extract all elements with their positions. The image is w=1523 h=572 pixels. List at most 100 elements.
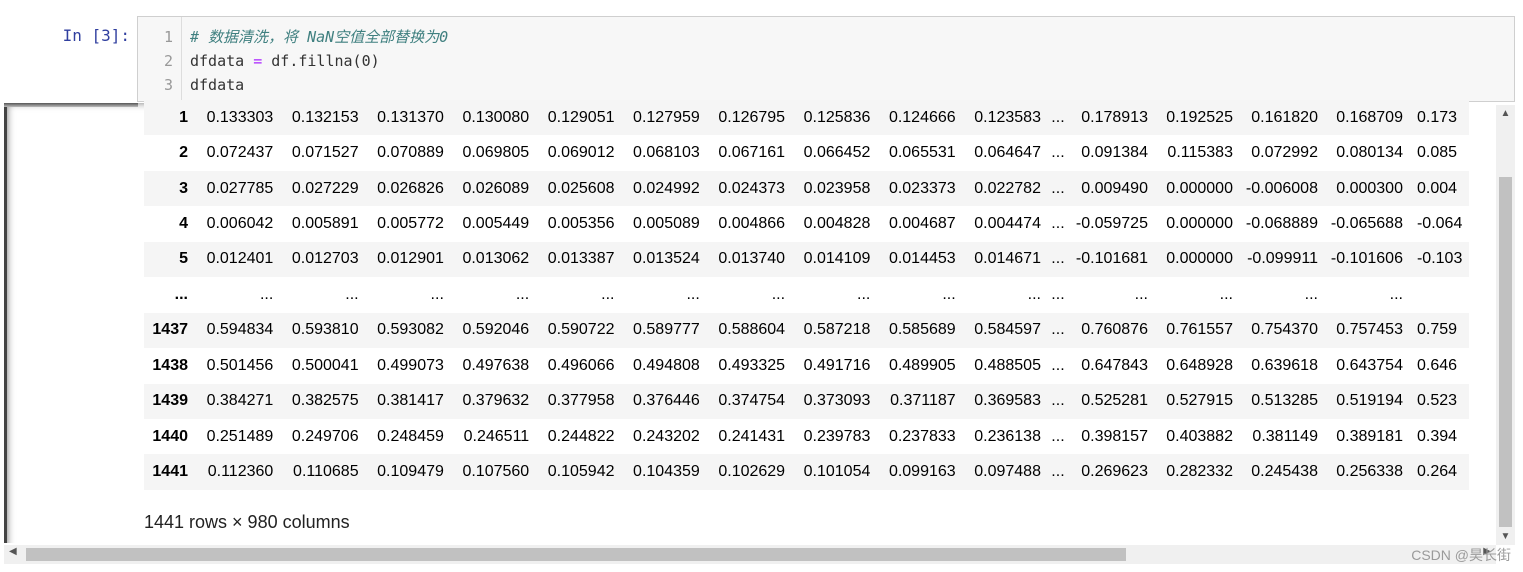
table-cell: 0.004687 — [888, 215, 956, 233]
scroll-left-icon[interactable]: ◀ — [9, 546, 17, 557]
table-cell-clipped: -0.103 — [1416, 250, 1463, 268]
table-cell: 0.133303 — [206, 108, 274, 126]
table-cell: ... — [1027, 285, 1041, 303]
code-cell-editor[interactable]: 1 2 3 # 数据清洗，将 NaN空值全部替换为0 dfdata = df.f… — [137, 16, 1515, 102]
table-cell: 0.760876 — [1081, 321, 1148, 339]
scroll-up-icon[interactable]: ▲ — [1496, 108, 1515, 119]
dataframe-output: 1 0.133303 0.132153 0.131370 0.130080 0.12905… — [144, 100, 1496, 492]
table-cell: 0.097488 — [974, 463, 1041, 481]
table-cell: -0.006008 — [1245, 179, 1318, 197]
ellipsis-cell: ... — [1051, 250, 1065, 268]
table-cell: 0.377958 — [547, 392, 615, 410]
table-cell: -0.068889 — [1245, 215, 1318, 233]
table-cell: 0.282332 — [1166, 463, 1233, 481]
table-cell: 0.489905 — [888, 356, 956, 374]
table-cell: 0.246511 — [463, 427, 530, 445]
vertical-scroll-thumb[interactable] — [1499, 177, 1512, 527]
scroll-down-icon[interactable]: ▼ — [1496, 531, 1515, 542]
table-row: 1441 0.112360 0.110685 0.109479 0.107560 0.10… — [144, 454, 1469, 490]
code-line-output: dfdata — [190, 76, 245, 94]
table-cell: 0.248459 — [377, 427, 444, 445]
code-operator: = — [244, 52, 272, 70]
table-cell: 0.594834 — [206, 321, 274, 339]
table-cell: 0.243202 — [633, 427, 700, 445]
ellipsis-cell: ... — [1051, 356, 1065, 374]
table-cell: 0.101054 — [803, 463, 871, 481]
table-cell: 0.590722 — [547, 321, 615, 339]
table-row: ........................................… — [144, 277, 1469, 312]
row-index: 2 — [179, 144, 188, 162]
table-cell: 0.525281 — [1081, 392, 1148, 410]
table-cell: 0.000000 — [1166, 250, 1233, 268]
table-cell: 0.494808 — [633, 356, 700, 374]
table-cell: 0.192525 — [1166, 108, 1233, 126]
code-variable: dfdata — [190, 52, 245, 70]
table-cell: 0.493325 — [718, 356, 786, 374]
vertical-scrollbar[interactable]: ▲ ▼ — [1496, 105, 1515, 545]
ellipsis-cell: ... — [1051, 179, 1065, 197]
ellipsis-cell: ... — [1051, 392, 1065, 410]
table-cell: 0.384271 — [206, 392, 274, 410]
table-cell: 0.025608 — [547, 179, 615, 197]
table-cell: 0.376446 — [633, 392, 700, 410]
table-cell: 0.009490 — [1081, 179, 1148, 197]
table-cell: 0.115383 — [1167, 144, 1233, 162]
table-cell: 0.245438 — [1251, 463, 1318, 481]
code-comment-line: # 数据清洗，将 NaN空值全部替换为0 — [190, 28, 449, 46]
table-cell: ... — [1219, 285, 1233, 303]
table-cell: ... — [942, 285, 956, 303]
table-cell: 0.379632 — [462, 392, 530, 410]
table-cell: 0.005449 — [462, 215, 530, 233]
table-cell: 0.112360 — [207, 463, 274, 481]
table-cell: 0.488505 — [974, 356, 1041, 374]
table-cell: 0.067161 — [718, 144, 786, 162]
table-cell: 0.068103 — [633, 144, 700, 162]
table-cell: 0.127959 — [633, 108, 700, 126]
table-cell: 0.381417 — [377, 392, 444, 410]
table-cell: 0.065531 — [888, 144, 956, 162]
table-row: 2 0.072437 0.071527 0.070889 0.069805 0.06901… — [144, 135, 1469, 170]
table-cell: 0.027229 — [291, 179, 359, 197]
table-cell: 0.012901 — [377, 250, 444, 268]
table-cell: 0.027785 — [206, 179, 274, 197]
table-cell: 0.000300 — [1336, 179, 1403, 197]
table-cell: 0.005891 — [291, 215, 359, 233]
table-cell: 0.161820 — [1251, 108, 1318, 126]
table-cell: 0.069805 — [462, 144, 530, 162]
watermark: CSDN @昊长街 — [1411, 547, 1511, 563]
table-cell: 0.251489 — [206, 427, 274, 445]
table-cell: 0.104359 — [633, 463, 700, 481]
table-cell: 0.107560 — [462, 463, 530, 481]
table-cell: 0.024373 — [718, 179, 786, 197]
table-cell: 0.239783 — [803, 427, 871, 445]
table-cell: ... — [259, 285, 274, 303]
line-number: 2 — [163, 52, 173, 70]
table-cell: 0.501456 — [206, 356, 274, 374]
row-index: 1440 — [152, 427, 188, 445]
row-index: 1 — [179, 108, 188, 126]
table-cell: 0.091384 — [1081, 144, 1148, 162]
table-cell-clipped: 0.759 — [1416, 321, 1458, 339]
table-cell: ... — [857, 285, 871, 303]
row-index: 1438 — [152, 356, 188, 374]
table-cell-clipped — [1409, 277, 1469, 312]
table-cell: 0.064647 — [974, 144, 1041, 162]
table-cell: 0.000000 — [1166, 179, 1233, 197]
line-number-gutter: 1 2 3 — [138, 17, 182, 101]
table-cell: -0.059725 — [1075, 215, 1148, 233]
table-cell: -0.101606 — [1330, 250, 1403, 268]
table-cell: 0.757453 — [1336, 321, 1403, 339]
horizontal-scrollbar[interactable]: ◀ ▶ — [4, 545, 1496, 564]
horizontal-scroll-thumb[interactable] — [26, 548, 1126, 561]
table-cell: 0.374754 — [718, 392, 786, 410]
table-cell: 0.005089 — [633, 215, 700, 233]
table-cell: 0.754370 — [1251, 321, 1318, 339]
table-cell: 0.499073 — [377, 356, 444, 374]
table-cell: 0.369583 — [974, 392, 1041, 410]
table-cell: 0.013740 — [718, 250, 786, 268]
table-cell: 0.588604 — [718, 321, 786, 339]
table-cell: 0.014453 — [888, 250, 956, 268]
table-cell-clipped: 0.264 — [1416, 463, 1458, 481]
output-area-shadow — [4, 103, 146, 543]
table-cell: ... — [1304, 285, 1318, 303]
